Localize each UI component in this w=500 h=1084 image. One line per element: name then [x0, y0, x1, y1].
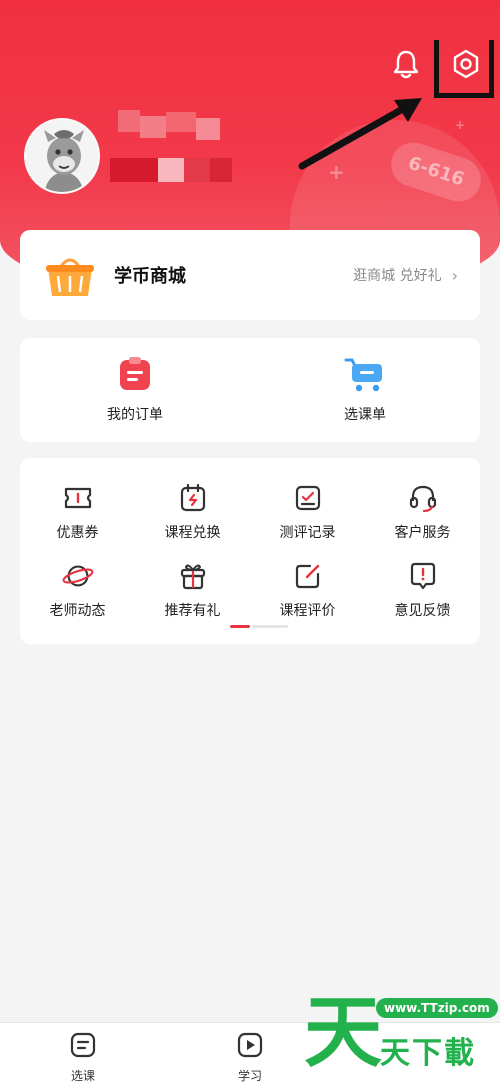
bell-icon: [392, 49, 420, 83]
headset-icon: [407, 482, 439, 514]
tab-course-select-label: 选课: [70, 1069, 95, 1083]
store-subtitle: 逛商城 兑好礼: [353, 268, 442, 284]
tab-course-select[interactable]: 选课: [48, 1031, 118, 1084]
watermark-logo: 天 www.TTzip.com 天下載: [304, 988, 500, 1084]
page-indicator-active: [230, 625, 250, 628]
page-indicator-inactive: [252, 625, 288, 628]
shopping-basket-icon: [44, 250, 96, 300]
assessment-record-label: 测评记录: [279, 525, 336, 541]
teacher-news-label: 老师动态: [49, 603, 106, 619]
gift-icon: [177, 560, 209, 592]
referral-gift-label: 推荐有礼: [164, 603, 221, 619]
customer-service-button[interactable]: 客户服务: [365, 482, 480, 542]
course-select-icon: [69, 1031, 97, 1063]
teacher-news-button[interactable]: 老师动态: [20, 560, 135, 620]
play-study-icon: [236, 1031, 264, 1063]
chevron-right-icon: ›: [451, 265, 458, 285]
orders-card: 我的订单 选课单: [20, 338, 480, 442]
coupon-button[interactable]: 优惠券: [20, 482, 135, 542]
username-blurred: [110, 110, 240, 190]
planet-icon: [62, 560, 94, 592]
coin-store-card[interactable]: 学币商城 逛商城 兑好礼 ›: [20, 230, 480, 320]
notification-button[interactable]: [386, 46, 426, 86]
highlight-annotation-box: [434, 40, 494, 98]
my-orders-button[interactable]: 我的订单: [20, 338, 250, 442]
tab-study[interactable]: 学习: [215, 1031, 285, 1084]
watermark-url: www.TTzip.com: [376, 998, 498, 1018]
feedback-button[interactable]: 意见反馈: [365, 560, 480, 620]
shopping-cart-icon: [344, 356, 386, 396]
customer-service-label: 客户服务: [394, 525, 451, 541]
course-exchange-label: 课程兑换: [164, 525, 221, 541]
course-cart-button[interactable]: 选课单: [250, 338, 480, 442]
feedback-icon: [407, 560, 439, 592]
feedback-label: 意见反馈: [394, 603, 451, 619]
user-avatar[interactable]: [24, 118, 100, 194]
watermark-big-char: 天: [304, 988, 383, 1078]
course-exchange-button[interactable]: 课程兑换: [135, 482, 250, 542]
annotation-arrow-icon: [290, 90, 430, 184]
assessment-record-icon: [292, 482, 324, 514]
services-grid-card: 优惠券 课程兑换 测评记录 客户服务 老师动态 推荐有礼 课程评价 意见反馈: [20, 458, 480, 644]
my-orders-label: 我的订单: [107, 407, 163, 423]
store-title: 学币商城: [114, 266, 186, 287]
course-cart-label: 选课单: [344, 407, 386, 423]
decorative-sparkle-icon: +: [455, 118, 466, 132]
referral-gift-button[interactable]: 推荐有礼: [135, 560, 250, 620]
course-review-label: 课程评价: [279, 603, 336, 619]
course-exchange-icon: [177, 482, 209, 514]
assessment-record-button[interactable]: 测评记录: [250, 482, 365, 542]
order-clipboard-icon: [117, 356, 153, 396]
edit-review-icon: [292, 560, 324, 592]
course-review-button[interactable]: 课程评价: [250, 560, 365, 620]
page-indicator: [230, 625, 288, 628]
coupon-icon: [62, 482, 94, 514]
tab-study-label: 学习: [237, 1069, 262, 1083]
coupon-label: 优惠券: [56, 525, 99, 541]
watermark-text: 天下載: [380, 1036, 476, 1071]
